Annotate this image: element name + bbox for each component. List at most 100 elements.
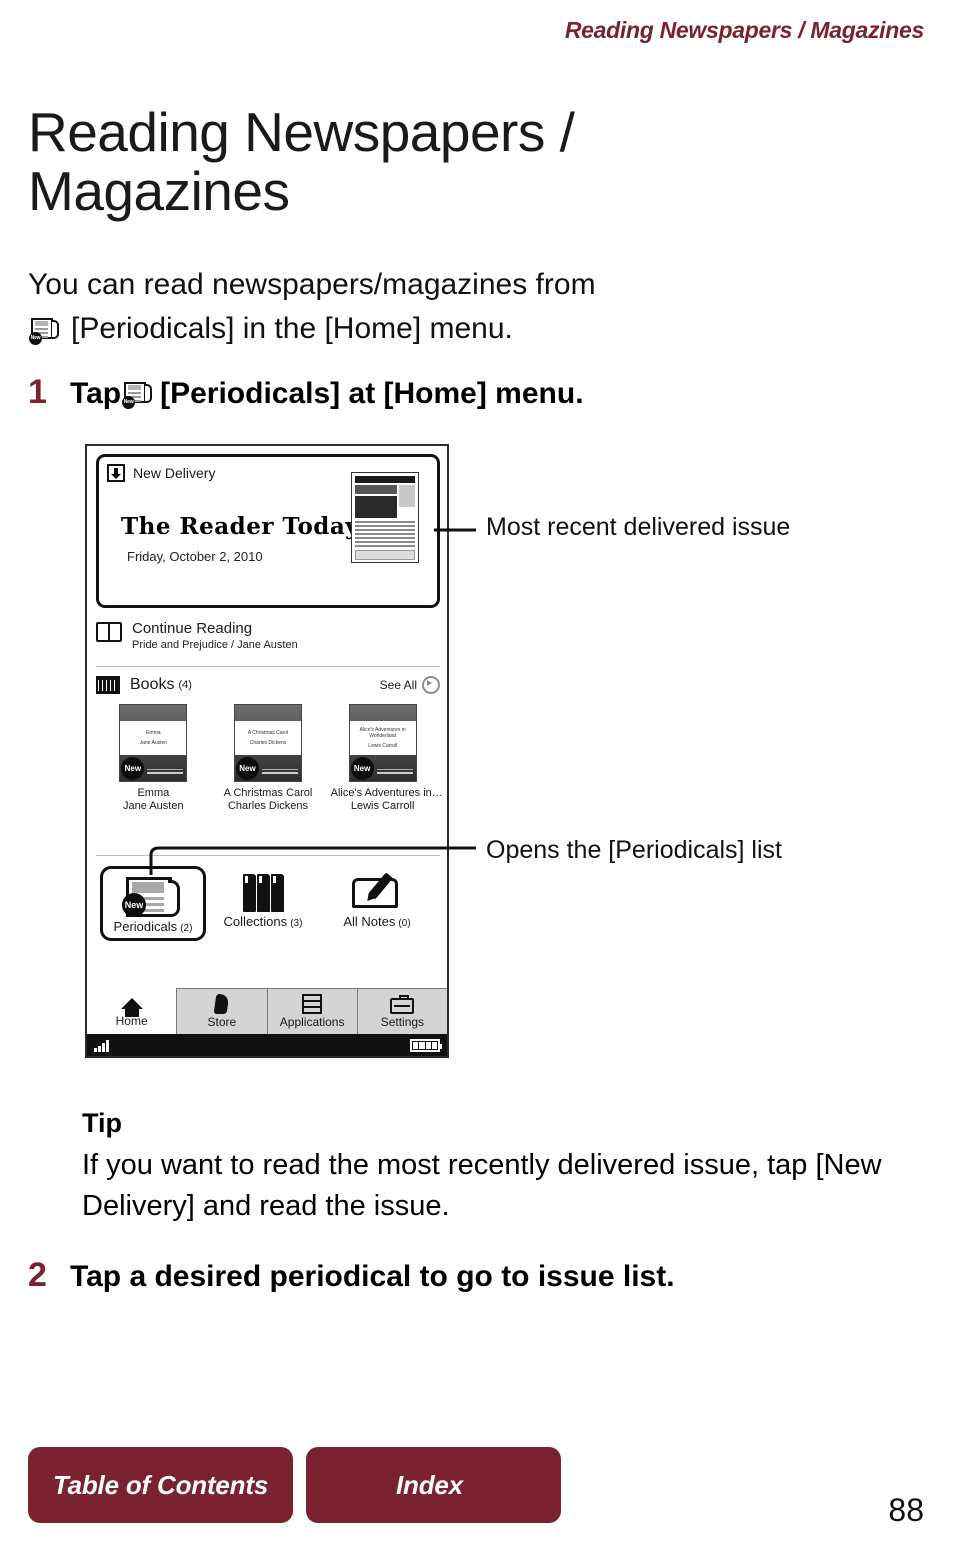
- new-delivery-panel[interactable]: New Delivery The Reader Today Friday, Oc…: [96, 454, 440, 608]
- category-count: (0): [398, 918, 411, 929]
- category-label-row: All Notes (0): [320, 914, 434, 929]
- category-label: All Notes: [343, 914, 396, 929]
- category-periodicals[interactable]: New Periodicals (2): [100, 866, 206, 941]
- download-icon: [107, 464, 125, 482]
- book-title: Emma: [137, 787, 170, 799]
- periodicals-icon: New: [29, 317, 61, 345]
- bookshelf-icon: [96, 676, 120, 694]
- step-2-text: Tap a desired periodical to go to issue …: [70, 1260, 675, 1293]
- intro-paragraph: You can read newspapers/magazines from N…: [28, 263, 788, 352]
- tab-store[interactable]: Store: [176, 988, 267, 1034]
- tip-heading: Tip: [82, 1108, 122, 1138]
- divider: [96, 855, 440, 856]
- category-label: Collections: [223, 914, 288, 929]
- new-badge-icon: New: [122, 893, 146, 917]
- index-button[interactable]: Index: [306, 1447, 561, 1523]
- tip-block: Tip If you want to read the most recentl…: [82, 1108, 932, 1227]
- categories-row: New Periodicals (2) Collections (3) All …: [96, 866, 440, 941]
- battery-icon: [410, 1038, 442, 1052]
- category-count: (3): [290, 918, 303, 929]
- new-badge-icon: New: [235, 757, 259, 780]
- cover-title: Emma: [146, 730, 161, 737]
- running-head: Reading Newspapers / Magazines: [564, 17, 924, 43]
- cover-title: A Christmas Carol: [247, 730, 289, 737]
- step-1-text: Tap New [Periodicals] at [Home] menu.: [70, 375, 584, 413]
- category-collections[interactable]: Collections (3): [206, 866, 320, 941]
- category-label: Periodicals: [113, 919, 178, 934]
- tab-settings-label: Settings: [380, 1015, 425, 1029]
- periodicals-icon: New: [122, 875, 184, 919]
- book-title: A Christmas Carol: [223, 787, 313, 799]
- store-icon: [213, 994, 230, 1014]
- category-count: (2): [180, 923, 193, 934]
- callout-opens-periodicals-list: Opens the [Periodicals] list: [486, 836, 782, 864]
- new-badge-icon: New: [121, 757, 145, 780]
- device-screenshot: New Delivery The Reader Today Friday, Oc…: [85, 444, 449, 1058]
- new-badge-icon: New: [122, 395, 136, 409]
- tab-applications-label: Applications: [279, 1015, 345, 1029]
- tab-home[interactable]: Home: [87, 988, 177, 1034]
- signal-strength-icon: [94, 1039, 109, 1052]
- home-icon: [120, 997, 143, 1017]
- new-badge-icon: New: [29, 331, 42, 345]
- tab-settings[interactable]: Settings: [356, 988, 447, 1034]
- book-author: Charles Dickens: [227, 800, 309, 812]
- category-all-notes[interactable]: All Notes (0): [320, 866, 434, 941]
- newspaper-masthead: The Reader Today: [121, 513, 360, 540]
- divider: [96, 666, 440, 667]
- step-1-number: 1: [28, 373, 47, 411]
- bottom-tabbar: Home Store Applications Settings: [87, 988, 447, 1034]
- book-item[interactable]: A Christmas Carol Charles Dickens New A …: [216, 704, 320, 812]
- open-book-icon: [96, 622, 122, 642]
- tip-body: If you want to read the most recently de…: [82, 1149, 882, 1223]
- continue-reading-subtitle: Pride and Prejudice / Jane Austen: [132, 639, 298, 652]
- page-number: 88: [888, 1492, 924, 1528]
- book-cover: Emma Jane Austen New: [119, 704, 188, 782]
- cover-author: Jane Austen: [139, 739, 168, 746]
- applications-icon: [302, 994, 323, 1014]
- new-badge-icon: New: [350, 757, 374, 780]
- newspaper-date: Friday, October 2, 2010: [127, 549, 263, 564]
- books-shelf: Emma Jane Austen New Emma Jane Austen A …: [96, 704, 443, 812]
- book-author: Lewis Carroll: [350, 800, 415, 812]
- book-cover: Alice's Adventures in Wonderland Lewis C…: [348, 704, 417, 782]
- step-1-text-after: [Periodicals] at [Home] menu.: [160, 377, 584, 410]
- category-label-row: Collections (3): [206, 914, 320, 929]
- status-bar: [87, 1034, 447, 1056]
- step-2: 2 Tap a desired periodical to go to issu…: [28, 1258, 675, 1296]
- arrow-right-icon: [422, 676, 440, 694]
- see-all-label: See All: [379, 678, 417, 692]
- step-2-number: 2: [28, 1256, 47, 1294]
- book-item[interactable]: Emma Jane Austen New Emma Jane Austen: [101, 704, 205, 812]
- tab-store-label: Store: [207, 1015, 237, 1029]
- intro-line-2-text: [Periodicals] in the [Home] menu.: [71, 312, 513, 346]
- books-section-header: Books (4) See All: [96, 676, 440, 694]
- newspaper-thumbnail: [351, 472, 419, 563]
- callout-most-recent-issue: Most recent delivered issue: [486, 513, 791, 541]
- page-title: Reading Newspapers / Magazines: [28, 100, 575, 223]
- collections-icon: [232, 870, 294, 914]
- cover-title: Alice's Adventures in Wonderland: [359, 727, 406, 740]
- book-title: Alice's Adventures in…: [330, 787, 443, 799]
- intro-line-2: New [Periodicals] in the [Home] menu.: [28, 307, 788, 351]
- cover-author: Charles Dickens: [249, 739, 287, 746]
- periodicals-icon: New: [122, 381, 154, 409]
- table-of-contents-button[interactable]: Table of Contents: [28, 1447, 293, 1523]
- settings-icon: [390, 994, 415, 1014]
- tab-applications[interactable]: Applications: [266, 988, 357, 1034]
- notes-icon: [346, 870, 408, 914]
- step-1-text-before: Tap: [70, 377, 122, 410]
- cover-author: Lewis Carroll: [368, 742, 398, 749]
- see-all-button[interactable]: See All: [380, 676, 440, 694]
- books-count: (4): [178, 679, 192, 691]
- books-label: Books: [130, 676, 175, 693]
- continue-reading-row[interactable]: Continue Reading Pride and Prejudice / J…: [96, 620, 440, 651]
- step-1: 1 Tap New [Periodicals] at [Home] menu.: [28, 375, 584, 413]
- book-cover: A Christmas Carol Charles Dickens New: [233, 704, 302, 782]
- intro-line-1: You can read newspapers/magazines from: [28, 268, 596, 301]
- book-item[interactable]: Alice's Adventures in Wonderland Lewis C…: [330, 704, 443, 812]
- book-author: Jane Austen: [123, 800, 184, 812]
- continue-reading-title: Continue Reading: [132, 620, 253, 637]
- new-delivery-label: New Delivery: [133, 465, 216, 481]
- category-label-row: Periodicals (2): [103, 919, 203, 934]
